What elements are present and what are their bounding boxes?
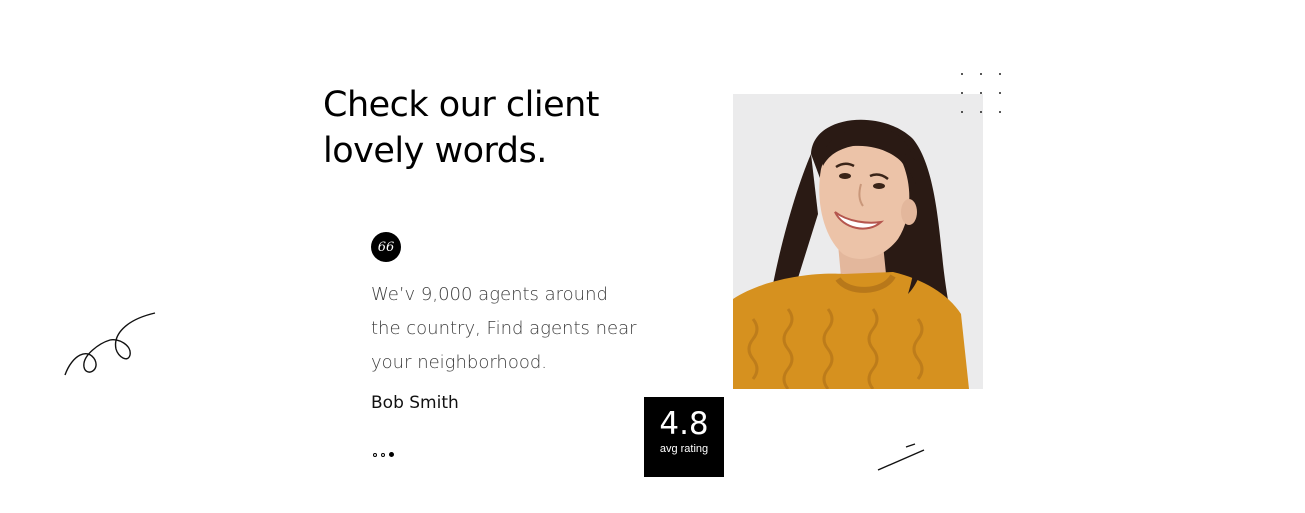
rating-value: 4.8 xyxy=(659,406,709,442)
client-portrait-icon xyxy=(733,94,983,389)
testimonial-line-2: the country, Find agents near xyxy=(371,318,637,339)
curl-decoration-icon xyxy=(64,312,156,376)
pager-dot-1[interactable] xyxy=(373,452,377,457)
dot-grid-decoration-icon xyxy=(961,73,1001,113)
quote-icon: 66 xyxy=(371,232,401,262)
client-photo xyxy=(733,94,983,389)
heading-line-1: Check our client xyxy=(323,85,600,125)
rating-label: avg rating xyxy=(659,443,709,455)
pager-dot-3[interactable] xyxy=(389,452,394,457)
testimonial-line-3: your neighborhood. xyxy=(371,352,547,373)
testimonial-author: Bob Smith xyxy=(371,393,459,413)
line-decoration-icon xyxy=(877,443,925,471)
pager-dot-2[interactable] xyxy=(381,452,385,457)
testimonial-pager xyxy=(373,452,394,457)
heading-line-2: lovely words. xyxy=(323,131,547,171)
testimonial-text: We’v 9,000 agents around the country, Fi… xyxy=(371,278,661,380)
quote-glyph: 66 xyxy=(377,239,395,255)
rating-badge: 4.8 avg rating xyxy=(644,397,724,477)
testimonial-line-1: We’v 9,000 agents around xyxy=(371,284,608,305)
section-heading: Check our client lovely words. xyxy=(323,82,600,174)
